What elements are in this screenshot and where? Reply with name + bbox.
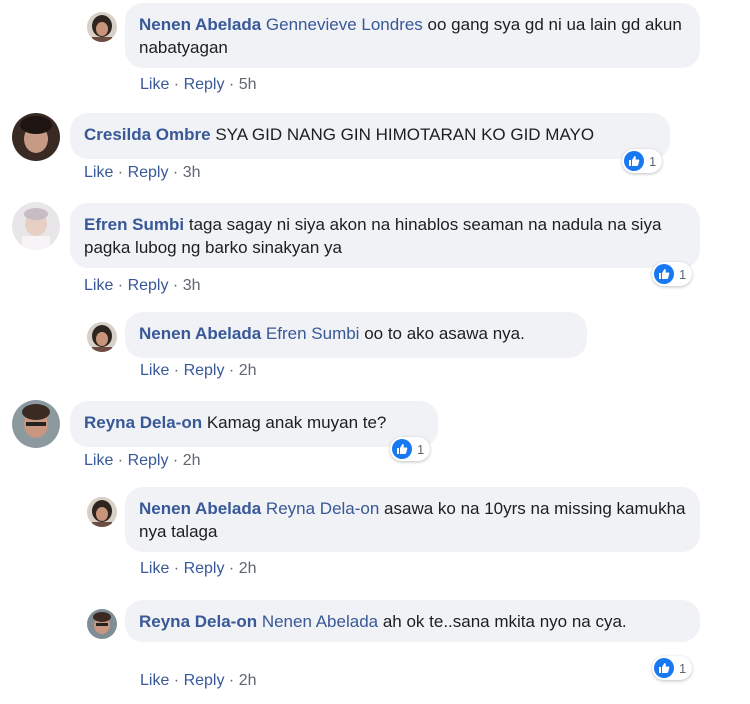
comment-author[interactable]: Reyna Dela-on [139,612,257,631]
reaction-count[interactable]: 1 [622,149,663,173]
comment-bubble: Reyna Dela-on Kamag anak muyan te? [70,401,438,447]
comment-text: SYA GID NANG GIN HIMOTARAN KO GID MAYO [215,125,595,144]
comment-actions: Like · Reply · 5h [140,76,257,94]
comment-author[interactable]: Nenen Abelada [139,499,261,518]
reaction-number: 1 [679,660,687,676]
reaction-count[interactable]: 1 [652,656,693,680]
comment-time[interactable]: 5h [239,76,257,93]
comment-bubble: Reyna Dela-on Nenen Abelada ah ok te..sa… [125,600,700,642]
reply-link[interactable]: Reply [184,560,225,577]
thumbs-up-icon [624,151,644,171]
separator: · [169,76,184,93]
thumbs-up-icon [654,658,674,678]
thumbs-up-icon [392,439,412,459]
reply-link[interactable]: Reply [128,452,169,469]
comment-time[interactable]: 3h [183,277,201,294]
like-link[interactable]: Like [140,76,169,93]
separator: · [224,672,239,689]
comment-actions: Like · Reply · 2h [84,452,201,470]
comment-author[interactable]: Nenen Abelada [139,15,261,34]
like-link[interactable]: Like [84,164,113,181]
separator: · [113,277,128,294]
reply-link[interactable]: Reply [128,277,169,294]
separator: · [169,672,184,689]
avatar[interactable] [87,322,117,352]
comment-bubble: Nenen Abelada Gennevieve Londres oo gang… [125,3,700,68]
like-link[interactable]: Like [140,672,169,689]
comment-text: oo to ako asawa nya. [359,324,525,343]
avatar[interactable] [12,400,60,448]
separator: · [113,164,128,181]
avatar[interactable] [87,609,117,639]
thumbs-up-icon [654,264,674,284]
reaction-number: 1 [649,153,657,169]
like-link[interactable]: Like [84,277,113,294]
comment-actions: Like · Reply · 3h [84,164,201,182]
comment-time[interactable]: 2h [239,362,257,379]
separator: · [168,164,183,181]
separator: · [224,560,239,577]
separator: · [224,362,239,379]
reply-link[interactable]: Reply [184,362,225,379]
avatar[interactable] [12,202,60,250]
reply-link[interactable]: Reply [184,76,225,93]
comment-tag[interactable]: Gennevieve Londres [266,15,423,34]
comment-actions: Like · Reply · 3h [84,277,201,295]
reaction-number: 1 [417,441,425,457]
avatar[interactable] [87,12,117,42]
reaction-count[interactable]: 1 [390,437,431,461]
comment-author[interactable]: Efren Sumbi [84,215,184,234]
comment-time[interactable]: 2h [183,452,201,469]
comment-bubble: Efren Sumbi taga sagay ni siya akon na h… [70,203,700,268]
reaction-number: 1 [679,266,687,282]
comment-tag[interactable]: Reyna Dela-on [266,499,379,518]
separator: · [169,560,184,577]
comment-author[interactable]: Reyna Dela-on [84,413,202,432]
separator: · [224,76,239,93]
like-link[interactable]: Like [140,362,169,379]
reaction-count[interactable]: 1 [652,262,693,286]
comment-bubble: Nenen Abelada Reyna Dela-on asawa ko na … [125,487,700,552]
comment-time[interactable]: 3h [183,164,201,181]
comment-text: ah ok te..sana mkita nyo na cya. [378,612,627,631]
reply-link[interactable]: Reply [128,164,169,181]
comment-tag[interactable]: Nenen Abelada [262,612,378,631]
avatar[interactable] [87,497,117,527]
comment-time[interactable]: 2h [239,560,257,577]
comment-actions: Like · Reply · 2h [140,362,257,380]
separator: · [168,452,183,469]
separator: · [169,362,184,379]
like-link[interactable]: Like [140,560,169,577]
separator: · [168,277,183,294]
reply-link[interactable]: Reply [184,672,225,689]
comment-tag[interactable]: Efren Sumbi [266,324,360,343]
comment-actions: Like · Reply · 2h [140,560,257,578]
avatar[interactable] [12,113,60,161]
comment-author[interactable]: Nenen Abelada [139,324,261,343]
separator: · [113,452,128,469]
comment-time[interactable]: 2h [239,672,257,689]
comment-actions: Like · Reply · 2h [140,672,257,690]
comment-bubble: Cresilda Ombre SYA GID NANG GIN HIMOTARA… [70,113,670,159]
comment-text: Kamag anak muyan te? [206,413,387,432]
like-link[interactable]: Like [84,452,113,469]
comment-author[interactable]: Cresilda Ombre [84,125,211,144]
comment-bubble: Nenen Abelada Efren Sumbi oo to ako asaw… [125,312,587,358]
